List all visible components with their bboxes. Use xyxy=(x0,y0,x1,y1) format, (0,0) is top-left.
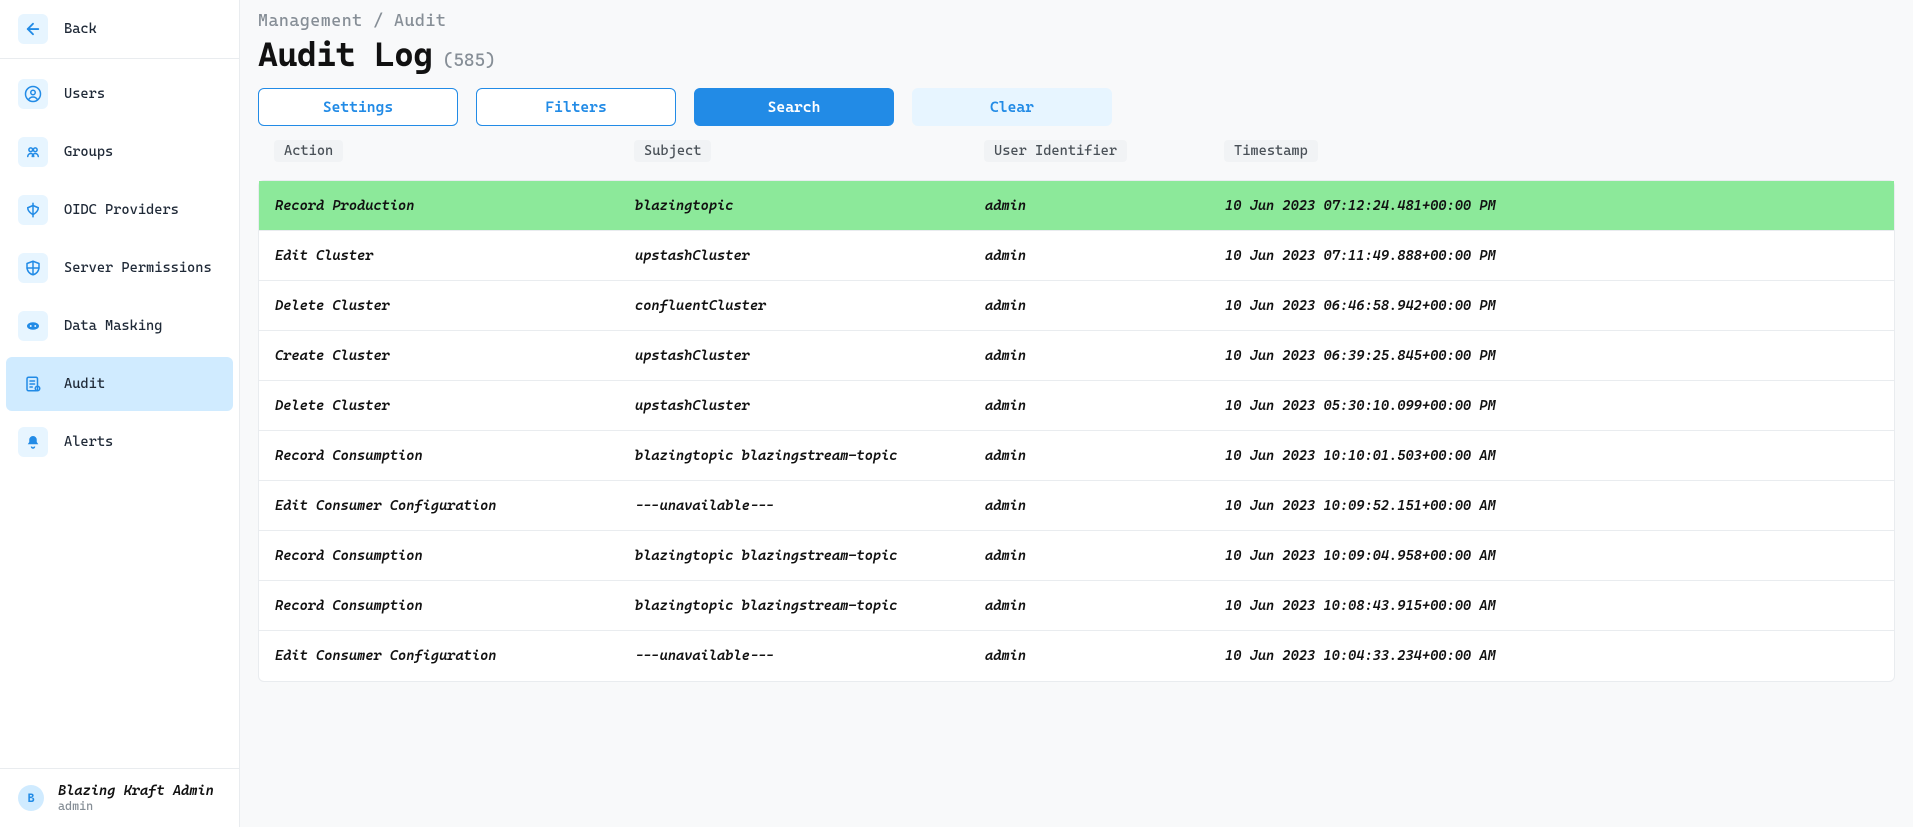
action-bar: Settings Filters Search Clear xyxy=(258,88,1895,126)
table-row[interactable]: Edit ClusterupstashClusteradmin10 Jun 20… xyxy=(259,231,1894,281)
sidebar-item-users[interactable]: Users xyxy=(0,65,239,123)
mask-icon xyxy=(18,311,48,341)
table-row[interactable]: Create ClusterupstashClusteradmin10 Jun … xyxy=(259,331,1894,381)
cell-user: admin xyxy=(985,298,1225,314)
sidebar-item-label: Groups xyxy=(64,144,113,160)
cell-action: Record Production xyxy=(275,198,635,214)
cell-timestamp: 10 Jun 2023 10:09:04.958+00:00 AM xyxy=(1225,548,1878,564)
breadcrumb[interactable]: Management / Audit xyxy=(258,10,1895,30)
column-subject[interactable]: Subject xyxy=(634,140,711,162)
table-row[interactable]: Record Consumptionblazingtopic blazingst… xyxy=(259,581,1894,631)
shield-icon xyxy=(18,253,48,283)
cell-action: Record Consumption xyxy=(275,548,635,564)
table-row[interactable]: Edit Consumer Configuration---unavailabl… xyxy=(259,481,1894,531)
cell-action: Create Cluster xyxy=(275,348,635,364)
cell-user: admin xyxy=(985,198,1225,214)
cell-user: admin xyxy=(985,448,1225,464)
column-timestamp[interactable]: Timestamp xyxy=(1224,140,1318,162)
groups-icon xyxy=(18,137,48,167)
sidebar-item-alerts[interactable]: Alerts xyxy=(0,413,239,471)
cell-action: Delete Cluster xyxy=(275,398,635,414)
cell-timestamp: 10 Jun 2023 10:08:43.915+00:00 AM xyxy=(1225,598,1878,614)
sidebar-item-server-permissions[interactable]: Server Permissions xyxy=(0,239,239,297)
cell-timestamp: 10 Jun 2023 07:12:24.481+00:00 PM xyxy=(1225,198,1878,214)
audit-table-body: Record Productionblazingtopicadmin10 Jun… xyxy=(258,180,1895,682)
avatar: B xyxy=(18,785,44,811)
cell-timestamp: 10 Jun 2023 05:30:10.099+00:00 PM xyxy=(1225,398,1878,414)
cell-user: admin xyxy=(985,248,1225,264)
cell-action: Edit Consumer Configuration xyxy=(275,648,635,664)
cell-user: admin xyxy=(985,598,1225,614)
cell-timestamp: 10 Jun 2023 07:11:49.888+00:00 PM xyxy=(1225,248,1878,264)
table-row[interactable]: Delete ClusterupstashClusteradmin10 Jun … xyxy=(259,381,1894,431)
page-count: (585) xyxy=(443,50,496,71)
sidebar-back-label: Back xyxy=(64,21,97,37)
page-title: Audit Log xyxy=(258,34,433,74)
cell-user: admin xyxy=(985,398,1225,414)
cell-subject: blazingtopic xyxy=(635,198,985,214)
back-arrow-icon xyxy=(18,14,48,44)
sidebar-item-label: Server Permissions xyxy=(64,260,212,276)
cell-subject: upstashCluster xyxy=(635,248,985,264)
sidebar-item-label: Audit xyxy=(64,376,105,392)
table-row[interactable]: Record Productionblazingtopicadmin10 Jun… xyxy=(259,181,1894,231)
table-row[interactable]: Record Consumptionblazingtopic blazingst… xyxy=(259,531,1894,581)
cell-action: Edit Cluster xyxy=(275,248,635,264)
sidebar-item-label: Data Masking xyxy=(64,318,162,334)
table-header: Action Subject User Identifier Timestamp xyxy=(258,140,1895,162)
cell-timestamp: 10 Jun 2023 10:04:33.234+00:00 AM xyxy=(1225,648,1878,664)
cell-timestamp: 10 Jun 2023 10:09:52.151+00:00 AM xyxy=(1225,498,1878,514)
main-content: Management / Audit Audit Log (585) Setti… xyxy=(240,0,1913,827)
cell-subject: ---unavailable--- xyxy=(635,648,985,664)
cell-timestamp: 10 Jun 2023 06:46:58.942+00:00 PM xyxy=(1225,298,1878,314)
cell-subject: ---unavailable--- xyxy=(635,498,985,514)
sidebar: Back Users Groups OIDC Providers Server xyxy=(0,0,240,827)
filters-button[interactable]: Filters xyxy=(476,88,676,126)
sidebar-item-groups[interactable]: Groups xyxy=(0,123,239,181)
cell-timestamp: 10 Jun 2023 06:39:25.845+00:00 PM xyxy=(1225,348,1878,364)
column-action[interactable]: Action xyxy=(274,140,343,162)
cell-action: Edit Consumer Configuration xyxy=(275,498,635,514)
clear-button[interactable]: Clear xyxy=(912,88,1112,126)
audit-log-icon xyxy=(18,369,48,399)
sidebar-item-label: Users xyxy=(64,86,105,102)
sidebar-item-label: OIDC Providers xyxy=(64,202,179,218)
cell-subject: blazingtopic blazingstream-topic xyxy=(635,448,985,464)
sidebar-item-audit[interactable]: Audit xyxy=(6,357,233,411)
table-row[interactable]: Record Consumptionblazingtopic blazingst… xyxy=(259,431,1894,481)
sidebar-back[interactable]: Back xyxy=(0,0,239,59)
cell-user: admin xyxy=(985,348,1225,364)
column-user[interactable]: User Identifier xyxy=(984,140,1127,162)
cell-user: admin xyxy=(985,498,1225,514)
cell-subject: upstashCluster xyxy=(635,398,985,414)
footer-user-name: Blazing Kraft Admin xyxy=(58,783,214,799)
footer-user-role: admin xyxy=(58,799,214,813)
table-row[interactable]: Edit Consumer Configuration---unavailabl… xyxy=(259,631,1894,681)
sidebar-item-label: Alerts xyxy=(64,434,113,450)
cell-subject: upstashCluster xyxy=(635,348,985,364)
settings-button[interactable]: Settings xyxy=(258,88,458,126)
sidebar-item-oidc-providers[interactable]: OIDC Providers xyxy=(0,181,239,239)
cell-subject: confluentCluster xyxy=(635,298,985,314)
cell-subject: blazingtopic blazingstream-topic xyxy=(635,598,985,614)
sidebar-item-data-masking[interactable]: Data Masking xyxy=(0,297,239,355)
table-row[interactable]: Delete ClusterconfluentClusteradmin10 Ju… xyxy=(259,281,1894,331)
user-circle-icon xyxy=(18,79,48,109)
cell-user: admin xyxy=(985,548,1225,564)
cell-subject: blazingtopic blazingstream-topic xyxy=(635,548,985,564)
search-button[interactable]: Search xyxy=(694,88,894,126)
bell-icon xyxy=(18,427,48,457)
cell-user: admin xyxy=(985,648,1225,664)
cell-action: Record Consumption xyxy=(275,598,635,614)
cell-action: Delete Cluster xyxy=(275,298,635,314)
cell-action: Record Consumption xyxy=(275,448,635,464)
oidc-icon xyxy=(18,195,48,225)
cell-timestamp: 10 Jun 2023 10:10:01.503+00:00 AM xyxy=(1225,448,1878,464)
sidebar-user-footer[interactable]: B Blazing Kraft Admin admin xyxy=(0,768,239,827)
